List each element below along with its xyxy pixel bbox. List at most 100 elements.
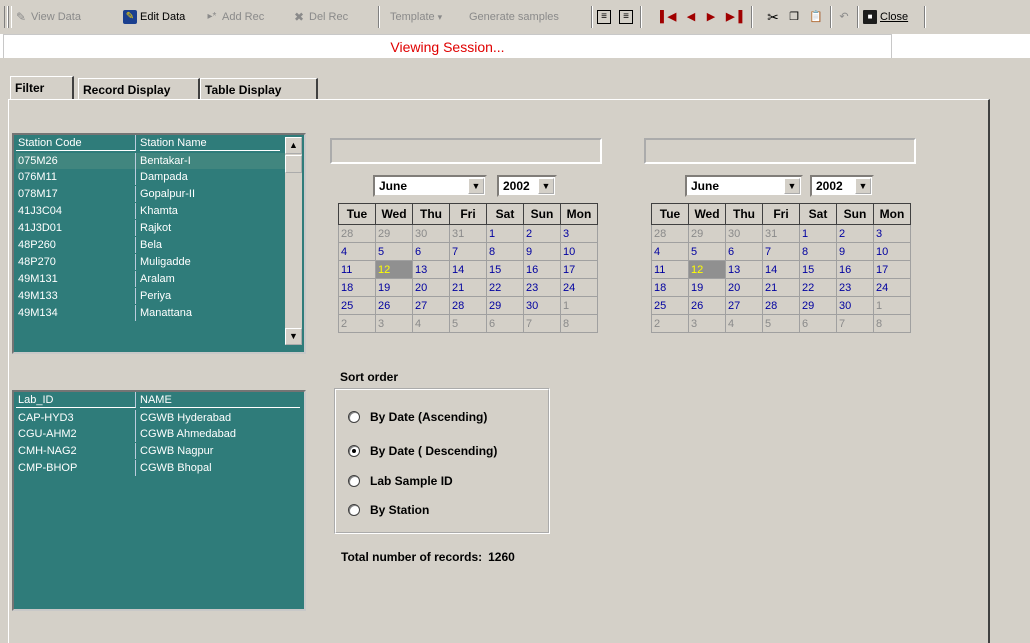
calendar-day[interactable]: 9 [523, 242, 561, 261]
calendar-day[interactable]: 2 [523, 224, 561, 243]
to-date-field[interactable] [644, 138, 916, 164]
next-record-icon[interactable]: ▶ [703, 8, 719, 26]
chevron-down-icon[interactable]: ▼ [538, 178, 554, 194]
list-item[interactable]: CAP-HYD3 CGWB Hyderabad [16, 410, 286, 426]
view-data-button[interactable]: ✎ View Data [14, 8, 81, 26]
calendar-day[interactable]: 29 [688, 224, 726, 243]
calendar-day[interactable]: 13 [412, 260, 450, 279]
calendar-day[interactable]: 10 [560, 242, 598, 261]
calendar-day[interactable]: 24 [873, 278, 911, 297]
calendar-day[interactable]: 3 [560, 224, 598, 243]
calendar-day[interactable]: 5 [449, 314, 487, 333]
calendar-day[interactable]: 12 [375, 260, 413, 279]
to-month-select[interactable]: June ▼ [685, 175, 803, 197]
chevron-down-icon[interactable]: ▼ [784, 178, 800, 194]
calendar-day[interactable]: 31 [762, 224, 800, 243]
calendar-day[interactable]: 2 [836, 224, 874, 243]
calendar-day[interactable]: 7 [523, 314, 561, 333]
sort-option-date-desc[interactable]: By Date ( Descending) [348, 444, 497, 458]
calendar-day[interactable]: 8 [486, 242, 524, 261]
calendar-day[interactable]: 20 [725, 278, 763, 297]
lab-list[interactable]: Lab_ID NAME CAP-HYD3 CGWB Hyderabad CGU-A… [12, 390, 306, 611]
cut-icon[interactable]: ✂ [765, 8, 781, 26]
calendar-day[interactable]: 25 [338, 296, 376, 315]
list-item[interactable]: 078M17 Gopalpur-II [16, 186, 286, 202]
station-name-header[interactable]: Station Name [140, 135, 280, 151]
calendar-day[interactable]: 6 [486, 314, 524, 333]
calendar-day[interactable]: 5 [688, 242, 726, 261]
calendar-day[interactable]: 6 [799, 314, 837, 333]
calendar-day[interactable]: 29 [799, 296, 837, 315]
calendar-day[interactable]: 5 [762, 314, 800, 333]
form-view-button[interactable]: ≡ [597, 8, 611, 26]
to-calendar[interactable]: Tue Wed Thu Fri Sat Sun Mon 28 29 30 31 1 2 3 4 5 6 7 8 9 10… [651, 203, 911, 333]
calendar-day[interactable]: 4 [338, 242, 376, 261]
calendar-day[interactable]: 7 [836, 314, 874, 333]
lab-name-header[interactable]: NAME [140, 392, 300, 408]
first-record-icon[interactable]: ▌◀ [660, 8, 676, 26]
calendar-day[interactable]: 18 [338, 278, 376, 297]
tab-filter[interactable]: Filter [10, 76, 74, 100]
calendar-day[interactable]: 29 [375, 224, 413, 243]
calendar-day[interactable]: 16 [523, 260, 561, 279]
calendar-day[interactable]: 1 [560, 296, 598, 315]
calendar-day[interactable]: 21 [449, 278, 487, 297]
calendar-day[interactable]: 10 [873, 242, 911, 261]
calendar-day[interactable]: 22 [486, 278, 524, 297]
calendar-day[interactable]: 27 [725, 296, 763, 315]
calendar-day[interactable]: 2 [338, 314, 376, 333]
generate-samples-button[interactable]: Generate samples [469, 8, 559, 26]
calendar-day[interactable]: 3 [375, 314, 413, 333]
radio-button[interactable] [348, 445, 360, 457]
sort-option-date-asc[interactable]: By Date (Ascending) [348, 410, 487, 424]
calendar-day[interactable]: 8 [799, 242, 837, 261]
calendar-day[interactable]: 9 [836, 242, 874, 261]
station-list[interactable]: Station Code Station Name 075M26 Bentakar… [12, 133, 306, 354]
calendar-day[interactable]: 16 [836, 260, 874, 279]
calendar-day[interactable]: 1 [799, 224, 837, 243]
calendar-day[interactable]: 3 [873, 224, 911, 243]
list-item[interactable]: 49M133 Periya [16, 288, 286, 304]
calendar-day[interactable]: 28 [338, 224, 376, 243]
sort-option-by-station[interactable]: By Station [348, 503, 429, 517]
calendar-day[interactable]: 17 [873, 260, 911, 279]
radio-button[interactable] [348, 411, 360, 423]
radio-button[interactable] [348, 475, 360, 487]
calendar-day[interactable]: 1 [486, 224, 524, 243]
calendar-day[interactable]: 27 [412, 296, 450, 315]
scroll-down-icon[interactable]: ▼ [285, 328, 302, 345]
list-item[interactable]: CMP-BHOP CGWB Bhopal [16, 460, 286, 476]
calendar-day[interactable]: 11 [651, 260, 689, 279]
calendar-day[interactable]: 4 [725, 314, 763, 333]
calendar-day[interactable]: 19 [688, 278, 726, 297]
station-code-header[interactable]: Station Code [16, 135, 136, 151]
list-item[interactable]: 076M11 Dampada [16, 169, 286, 185]
list-item[interactable]: 41J3D01 Rajkot [16, 220, 286, 236]
calendar-day[interactable]: 4 [651, 242, 689, 261]
list-item[interactable]: 49M131 Aralam [16, 271, 286, 287]
del-rec-button[interactable]: ✖ Del Rec [292, 8, 348, 26]
calendar-day[interactable]: 15 [486, 260, 524, 279]
calendar-day[interactable]: 8 [873, 314, 911, 333]
previous-record-icon[interactable]: ◀ [683, 8, 699, 26]
tab-record-display[interactable]: Record Display [78, 78, 200, 100]
list-item[interactable]: 075M26 Bentakar-I [16, 153, 286, 169]
lab-id-header[interactable]: Lab_ID [16, 392, 136, 408]
edit-data-button[interactable]: ✎ Edit Data [123, 8, 185, 26]
calendar-day[interactable]: 6 [412, 242, 450, 261]
calendar-day[interactable]: 23 [523, 278, 561, 297]
calendar-day[interactable]: 18 [651, 278, 689, 297]
list-item[interactable]: 41J3C04 Khamta [16, 203, 286, 219]
radio-button[interactable] [348, 504, 360, 516]
calendar-day[interactable]: 20 [412, 278, 450, 297]
table-view-button[interactable]: ≡ [619, 8, 633, 26]
to-year-select[interactable]: 2002 ▼ [810, 175, 874, 197]
toolbar-grip[interactable] [8, 6, 12, 28]
calendar-day[interactable]: 17 [560, 260, 598, 279]
list-item[interactable]: CGU-AHM2 CGWB Ahmedabad [16, 426, 286, 442]
calendar-day[interactable]: 28 [651, 224, 689, 243]
sort-option-lab-sample-id[interactable]: Lab Sample ID [348, 474, 453, 488]
copy-icon[interactable]: ❐ [786, 8, 802, 26]
calendar-day[interactable]: 19 [375, 278, 413, 297]
calendar-day[interactable]: 31 [449, 224, 487, 243]
